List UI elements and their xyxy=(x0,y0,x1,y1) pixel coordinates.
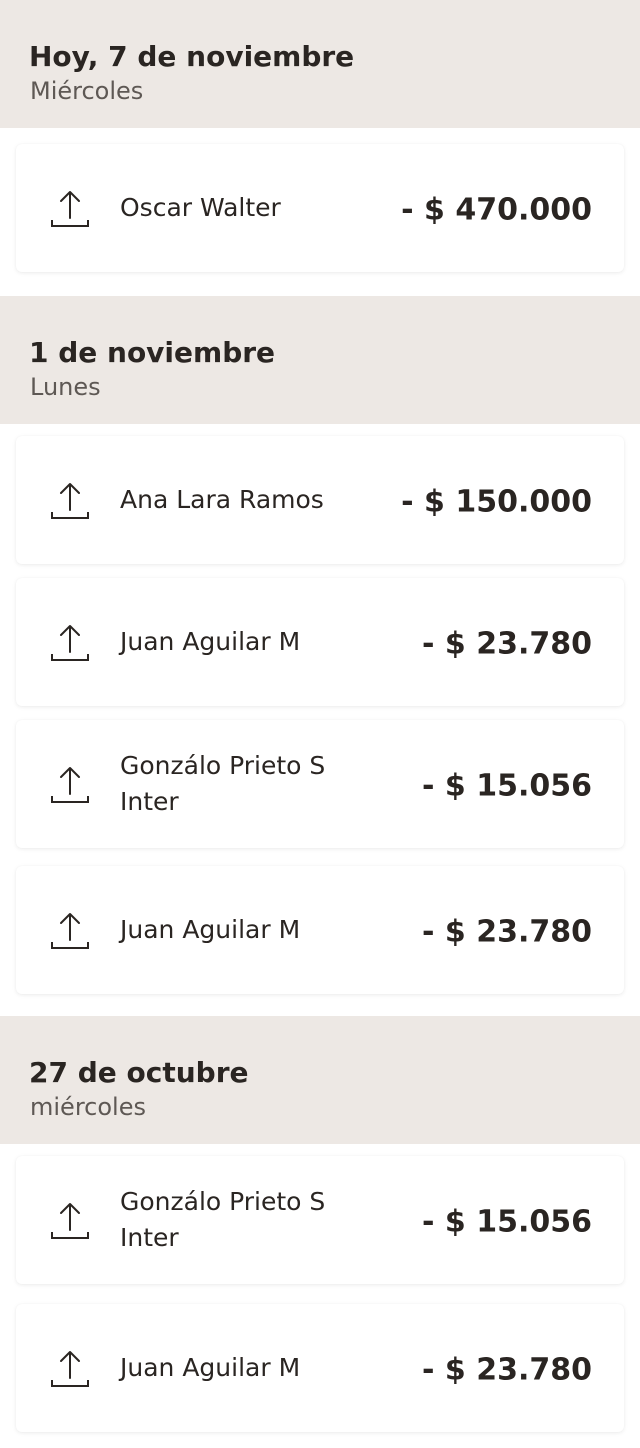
date-title: 1 de noviembre xyxy=(29,336,276,369)
recipient-name: Juan Aguilar M xyxy=(120,627,301,656)
transaction-amount: - $ 150.000 xyxy=(401,484,592,520)
transaction-card[interactable]: Juan Aguilar M - $ 23.780 xyxy=(16,866,624,994)
weekday-label: miércoles xyxy=(30,1093,146,1121)
weekday-label: Lunes xyxy=(30,373,101,401)
upload-icon xyxy=(51,1203,89,1239)
transaction-amount: - $ 470.000 xyxy=(401,192,592,228)
upload-icon xyxy=(51,767,89,803)
transaction-card[interactable]: Ana Lara Ramos - $ 150.000 xyxy=(16,436,624,564)
transaction-card[interactable]: Gonzálo Prieto S Inter - $ 15.056 xyxy=(16,1156,624,1284)
recipient-name: Oscar Walter xyxy=(120,193,281,222)
upload-icon xyxy=(51,191,89,227)
upload-icon xyxy=(51,625,89,661)
date-header-nov-1: 1 de noviembre Lunes xyxy=(0,296,640,424)
transaction-card[interactable]: Juan Aguilar M - $ 23.780 xyxy=(16,578,624,706)
upload-icon xyxy=(51,1351,89,1387)
recipient-name: Ana Lara Ramos xyxy=(120,485,324,514)
transaction-amount: - $ 23.780 xyxy=(422,626,592,662)
recipient-name: Juan Aguilar M xyxy=(120,1353,301,1382)
date-header-today: Hoy, 7 de noviembre Miércoles xyxy=(0,0,640,128)
transaction-amount: - $ 23.780 xyxy=(422,914,592,950)
recipient-name: Gonzálo Prieto S Inter xyxy=(120,751,326,816)
transaction-card[interactable]: Gonzálo Prieto S Inter - $ 15.056 xyxy=(16,720,624,848)
weekday-label: Miércoles xyxy=(30,77,144,105)
upload-icon xyxy=(51,913,89,949)
upload-icon xyxy=(51,483,89,519)
recipient-name: Juan Aguilar M xyxy=(120,915,301,944)
date-title: 27 de octubre xyxy=(29,1056,249,1089)
transaction-card[interactable]: Oscar Walter - $ 470.000 xyxy=(16,144,624,272)
transaction-amount: - $ 15.056 xyxy=(422,768,592,804)
transaction-card[interactable]: Juan Aguilar M - $ 23.780 xyxy=(16,1304,624,1432)
date-title: Hoy, 7 de noviembre xyxy=(29,40,355,73)
transaction-amount: - $ 15.056 xyxy=(422,1204,592,1240)
date-header-oct-27: 27 de octubre miércoles xyxy=(0,1016,640,1144)
transaction-amount: - $ 23.780 xyxy=(422,1352,592,1388)
recipient-name: Gonzálo Prieto S Inter xyxy=(120,1187,326,1252)
